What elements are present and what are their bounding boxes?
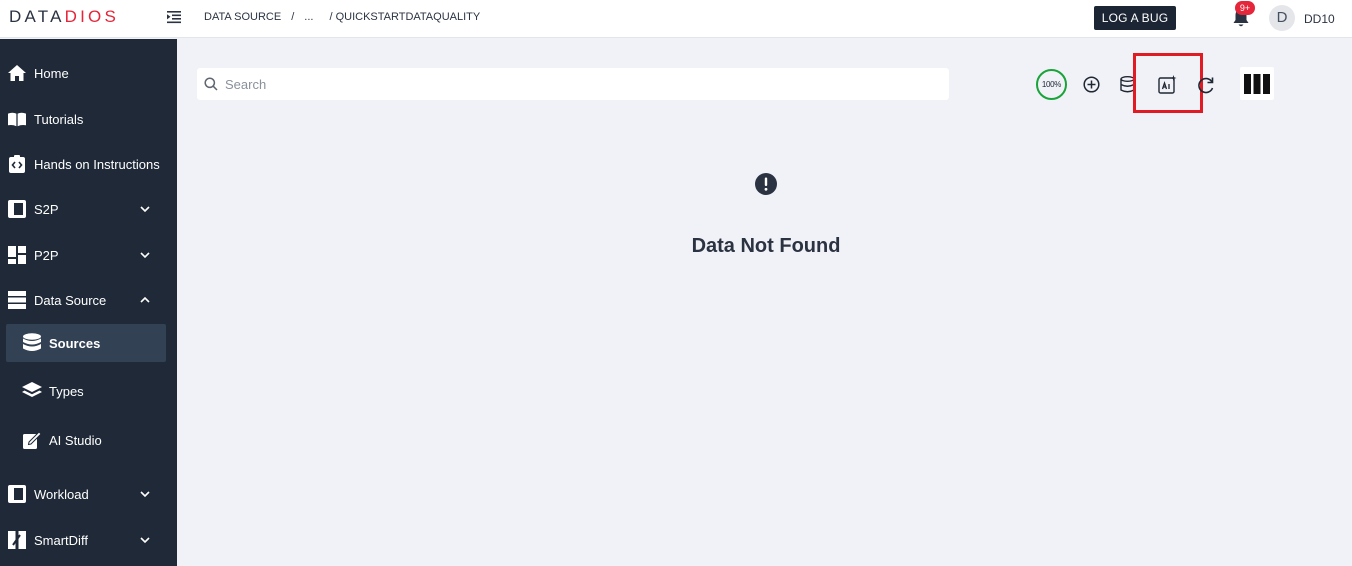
top-bar: DATADIOS DATA SOURCE / ... / QUICKSTARTD… — [0, 0, 1352, 38]
sidebar-item-label: Workload — [34, 486, 89, 502]
search-input[interactable] — [225, 74, 925, 94]
column-settings-button[interactable] — [1240, 67, 1274, 100]
breadcrumb-item-current: / QUICKSTARTDATAQUALITY — [329, 11, 481, 23]
columns-icon — [1244, 73, 1270, 94]
layers-icon — [21, 380, 43, 402]
sidebar: Home Tutorials Hands on Instructions S2P… — [0, 39, 177, 566]
book-icon — [8, 110, 26, 128]
breadcrumb-item-data-source[interactable]: DATA SOURCE — [204, 11, 281, 24]
sidebar-item-data-source[interactable]: Data Source — [0, 280, 177, 320]
refresh-button[interactable] — [1196, 75, 1216, 95]
sidebar-item-s2p[interactable]: S2P — [0, 189, 177, 229]
ai-sparkle-icon — [1157, 74, 1176, 94]
chevron-down-icon[interactable] — [139, 203, 151, 215]
sidebar-subitem-types[interactable]: Types — [6, 372, 166, 410]
edit-icon — [21, 429, 43, 451]
instructions-icon — [8, 155, 26, 173]
log-a-bug-button[interactable]: LOG A BUG — [1094, 6, 1176, 30]
brand-logo[interactable]: DATADIOS — [9, 8, 119, 25]
s2p-icon — [8, 200, 26, 218]
chevron-down-icon[interactable] — [139, 534, 151, 546]
sidebar-item-label: Data Source — [34, 292, 107, 308]
avatar[interactable]: D — [1269, 5, 1295, 31]
plus-circle-icon — [1082, 75, 1100, 93]
brand-logo-part1: DATA — [9, 7, 65, 26]
sidebar-item-label: Tutorials — [34, 111, 84, 127]
chevron-up-icon[interactable] — [139, 294, 151, 306]
search-icon — [204, 77, 218, 91]
sidebar-subitem-ai-studio[interactable]: AI Studio — [6, 421, 166, 459]
alert-circle-icon — [755, 173, 777, 195]
sidebar-item-p2p[interactable]: P2P — [0, 235, 177, 275]
database-icon — [21, 332, 43, 354]
sidebar-subitem-sources[interactable]: Sources — [6, 324, 166, 362]
sidebar-item-label: P2P — [34, 247, 59, 263]
sidebar-item-smartdiff[interactable]: SmartDiff — [0, 520, 177, 560]
sidebar-item-workload[interactable]: Workload — [0, 474, 177, 514]
sidebar-subitem-label: Sources — [49, 335, 101, 351]
p2p-icon — [8, 246, 26, 264]
breadcrumb: DATA SOURCE / ... / QUICKSTARTDATAQUALIT… — [204, 11, 480, 24]
empty-state-message: Data Not Found — [691, 235, 841, 257]
workload-icon — [8, 485, 26, 503]
sidebar-item-label: Hands on Instructions — [34, 156, 160, 172]
chevron-down-icon[interactable] — [139, 249, 151, 261]
home-icon — [8, 64, 26, 82]
menu-toggle-icon[interactable] — [167, 10, 181, 24]
sidebar-item-hands-on-instructions[interactable]: Hands on Instructions — [0, 144, 177, 184]
breadcrumb-item-ellipsis[interactable]: ... — [304, 11, 313, 24]
brand-logo-part2: DIOS — [64, 7, 119, 26]
sidebar-item-label: Home — [34, 65, 69, 81]
add-button[interactable] — [1081, 74, 1101, 94]
breadcrumb-separator: / — [291, 11, 295, 23]
sidebar-item-tutorials[interactable]: Tutorials — [0, 99, 177, 139]
username-label[interactable]: DD10 — [1304, 12, 1335, 26]
sidebar-subitem-label: Types — [49, 383, 84, 399]
refresh-icon — [1198, 77, 1214, 94]
completion-progress-indicator[interactable]: 100% — [1036, 69, 1067, 100]
sidebar-item-home[interactable]: Home — [0, 53, 177, 93]
server-icon — [8, 291, 26, 309]
chevron-down-icon[interactable] — [139, 488, 151, 500]
search-bar — [197, 68, 949, 100]
ai-generate-button[interactable] — [1156, 73, 1178, 95]
sidebar-item-label: S2P — [34, 201, 59, 217]
smartdiff-icon — [8, 531, 26, 549]
notification-badge: 9+ — [1235, 1, 1255, 15]
sidebar-subitem-label: AI Studio — [49, 432, 102, 448]
sidebar-item-label: SmartDiff — [34, 532, 88, 548]
